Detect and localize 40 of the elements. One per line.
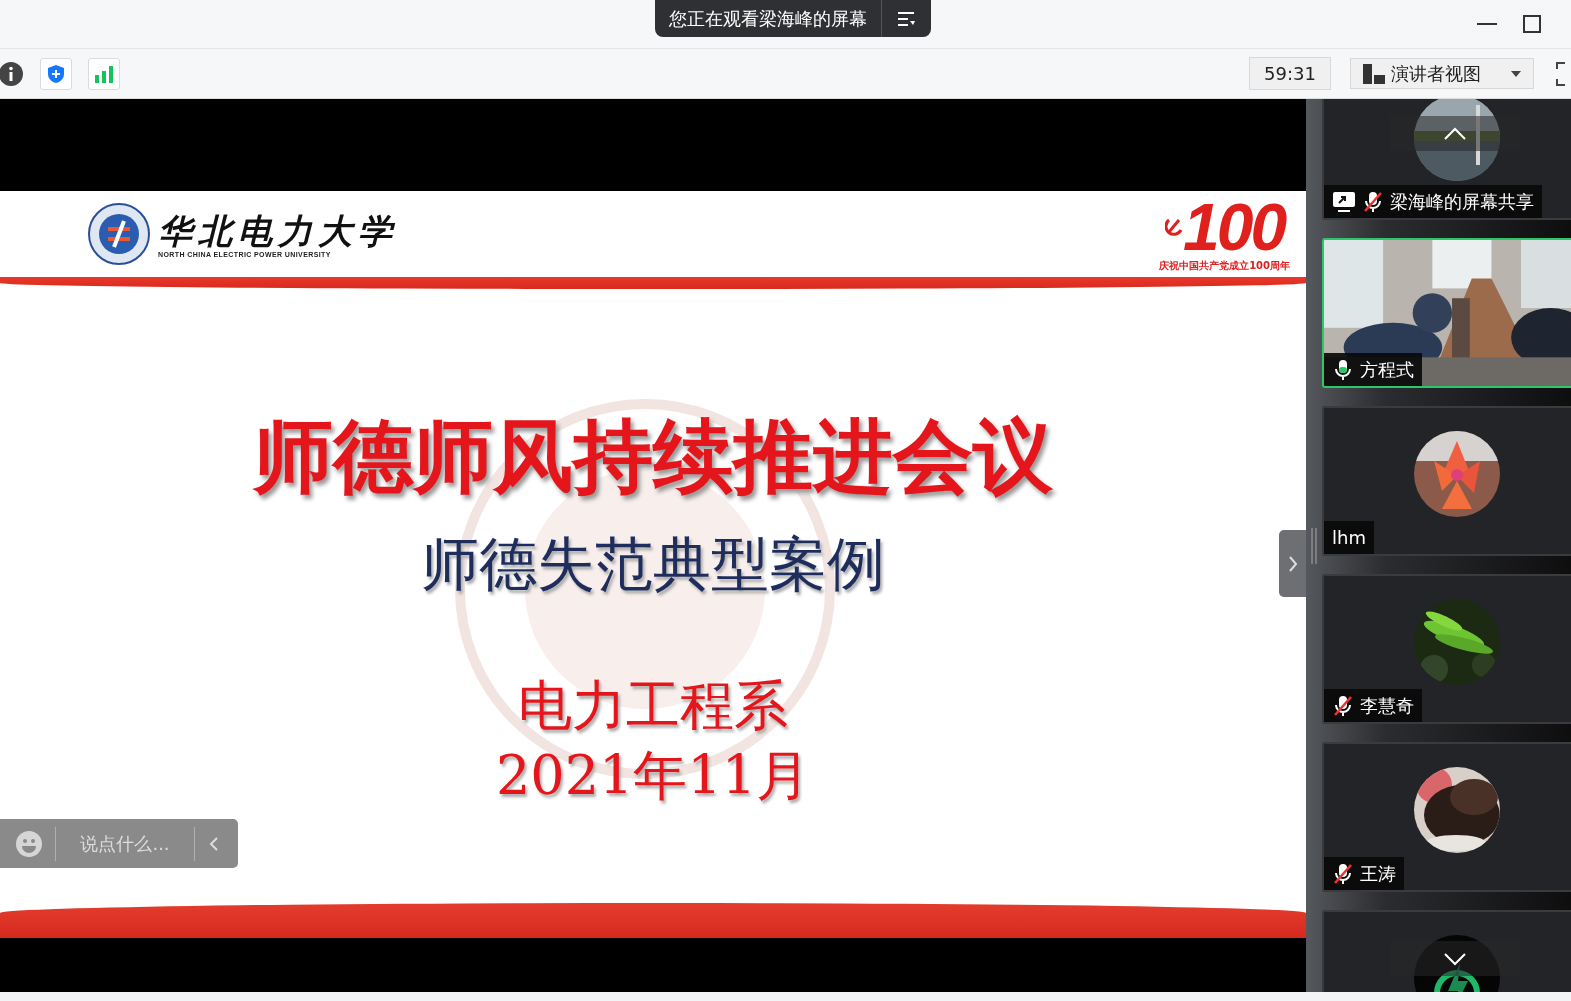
anniversary-logo: 100 bbox=[1183, 195, 1285, 259]
shield-icon bbox=[47, 63, 65, 84]
signal-button[interactable] bbox=[88, 57, 120, 90]
chevron-right-icon bbox=[1287, 554, 1298, 573]
participant-tile[interactable]: 王涛 bbox=[1322, 742, 1571, 892]
minimize-button[interactable] bbox=[1477, 22, 1497, 26]
caret-icon bbox=[1511, 70, 1521, 77]
meeting-timer: 59:31 bbox=[1249, 57, 1331, 90]
university-name: 华北电力大学 bbox=[158, 210, 398, 251]
slide-title: 师德师风持续推进会议 bbox=[253, 409, 1053, 505]
university-emblem-icon bbox=[88, 203, 150, 265]
participant-tile[interactable]: 梁海峰的屏幕共享 bbox=[1322, 99, 1571, 220]
slide-subtitle: 师德失范典型案例 bbox=[421, 529, 885, 599]
participant-name: 李慧奇 bbox=[1360, 693, 1414, 718]
chevron-up-icon bbox=[1443, 126, 1467, 141]
emoji-button[interactable] bbox=[15, 829, 43, 858]
chat-bar[interactable]: 说点什么... bbox=[0, 819, 238, 868]
layout-icon bbox=[1363, 63, 1385, 84]
department-name: 电力工程系 bbox=[518, 673, 788, 739]
view-dropdown[interactable]: 演讲者视图 bbox=[1350, 58, 1534, 89]
participant-name: 王涛 bbox=[1360, 861, 1396, 886]
participant-tile[interactable]: 方程式 bbox=[1322, 238, 1571, 388]
panel-toggle-button[interactable] bbox=[1279, 530, 1306, 597]
participant-tile[interactable]: 李慧奇 bbox=[1322, 574, 1571, 724]
participant-name: lhm bbox=[1332, 527, 1366, 548]
signal-icon bbox=[94, 64, 114, 83]
maximize-button[interactable] bbox=[1523, 15, 1541, 33]
participant-name: 方程式 bbox=[1360, 357, 1414, 382]
security-button[interactable] bbox=[40, 57, 72, 90]
resize-grip-icon[interactable] bbox=[1311, 527, 1317, 564]
banner-text: 您正在观看梁海峰的屏幕 bbox=[668, 6, 868, 31]
slide-date: 2021年11月 bbox=[495, 743, 811, 809]
anniversary-caption: 庆祝中国共产党成立100周年 bbox=[1159, 259, 1290, 273]
participant-name: 梁海峰的屏幕共享 bbox=[1390, 189, 1534, 214]
list-icon bbox=[897, 10, 915, 27]
info-icon[interactable] bbox=[0, 60, 24, 87]
participant-tile[interactable]: lhm bbox=[1322, 406, 1571, 556]
chat-input[interactable]: 说点什么... bbox=[56, 832, 194, 855]
chevron-down-icon bbox=[1443, 951, 1467, 966]
collapse-chat-button[interactable] bbox=[209, 835, 219, 852]
